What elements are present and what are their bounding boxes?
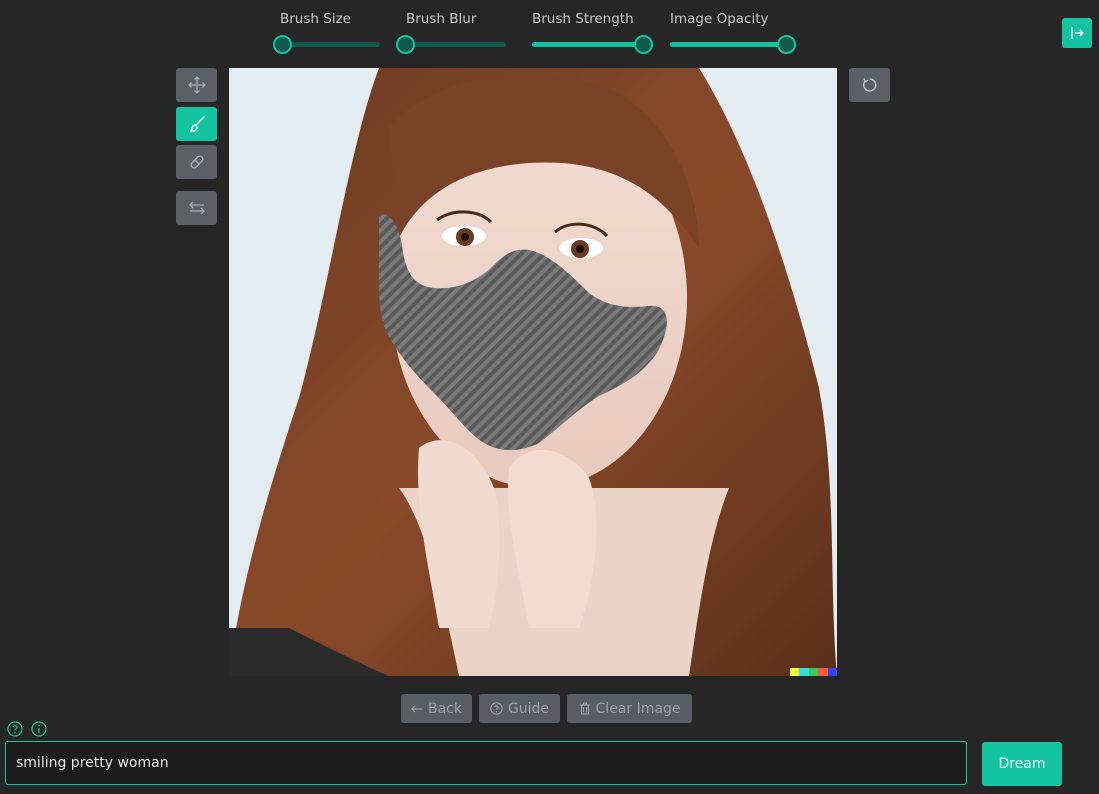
image-opacity-slider[interactable]: Image Opacity (670, 9, 797, 57)
brush-size-knob[interactable] (273, 35, 292, 54)
move-arrows-icon (187, 76, 206, 94)
help-icons (7, 721, 47, 737)
reset-button[interactable] (849, 68, 890, 102)
brush-tool-button[interactable] (176, 107, 217, 141)
back-button[interactable]: Back (401, 694, 472, 723)
trash-icon (579, 702, 590, 715)
help-question-icon[interactable] (7, 721, 23, 737)
portrait-image (229, 68, 837, 676)
brush-size-label: Brush Size (280, 11, 351, 27)
inpaint-editor: Brush Size Brush Blur Brush Strength Ima… (0, 0, 1099, 794)
prompt-input[interactable] (5, 741, 967, 785)
guide-label: Guide (507, 700, 550, 717)
brush-size-track[interactable] (283, 42, 380, 47)
dream-label: Dream (998, 756, 1046, 772)
brush-strength-fill (532, 42, 645, 47)
swap-arrows-icon (188, 201, 205, 215)
move-tool-button[interactable] (176, 68, 217, 102)
swap-tool-button[interactable] (176, 191, 217, 225)
brush-blur-knob[interactable] (396, 35, 415, 54)
brush-strength-knob[interactable] (634, 35, 654, 54)
clear-image-label: Clear Image (595, 700, 681, 717)
color-palette-strip (789, 668, 837, 676)
brush-strength-label: Brush Strength (532, 11, 634, 27)
palette-swatch (799, 668, 809, 676)
arrow-left-icon (411, 705, 422, 712)
exit-editor-button[interactable] (1062, 18, 1092, 48)
brush-size-slider[interactable]: Brush Size (273, 9, 380, 57)
image-opacity-fill (670, 42, 787, 47)
guide-button[interactable]: Guide (479, 694, 560, 723)
image-opacity-label: Image Opacity (670, 11, 769, 27)
palette-swatch (808, 668, 818, 676)
brush-blur-slider[interactable]: Brush Blur (396, 9, 506, 57)
info-icon[interactable] (31, 721, 47, 737)
eraser-icon (189, 155, 204, 169)
palette-swatch (827, 668, 837, 676)
exit-arrow-icon (1071, 27, 1084, 39)
back-label: Back (428, 700, 462, 717)
brush-blur-track[interactable] (406, 42, 506, 47)
reset-rotate-icon (862, 78, 876, 92)
image-opacity-knob[interactable] (776, 35, 796, 54)
image-canvas[interactable] (229, 68, 837, 676)
clear-image-button[interactable]: Clear Image (567, 694, 692, 723)
brush-blur-label: Brush Blur (406, 11, 477, 27)
dream-button[interactable]: Dream (982, 742, 1062, 786)
eraser-tool-button[interactable] (176, 145, 217, 179)
palette-swatch (789, 668, 799, 676)
brush-strength-slider[interactable]: Brush Strength (532, 9, 654, 57)
question-circle-icon (490, 702, 503, 715)
palette-swatch (818, 668, 828, 676)
brush-icon (189, 116, 205, 133)
